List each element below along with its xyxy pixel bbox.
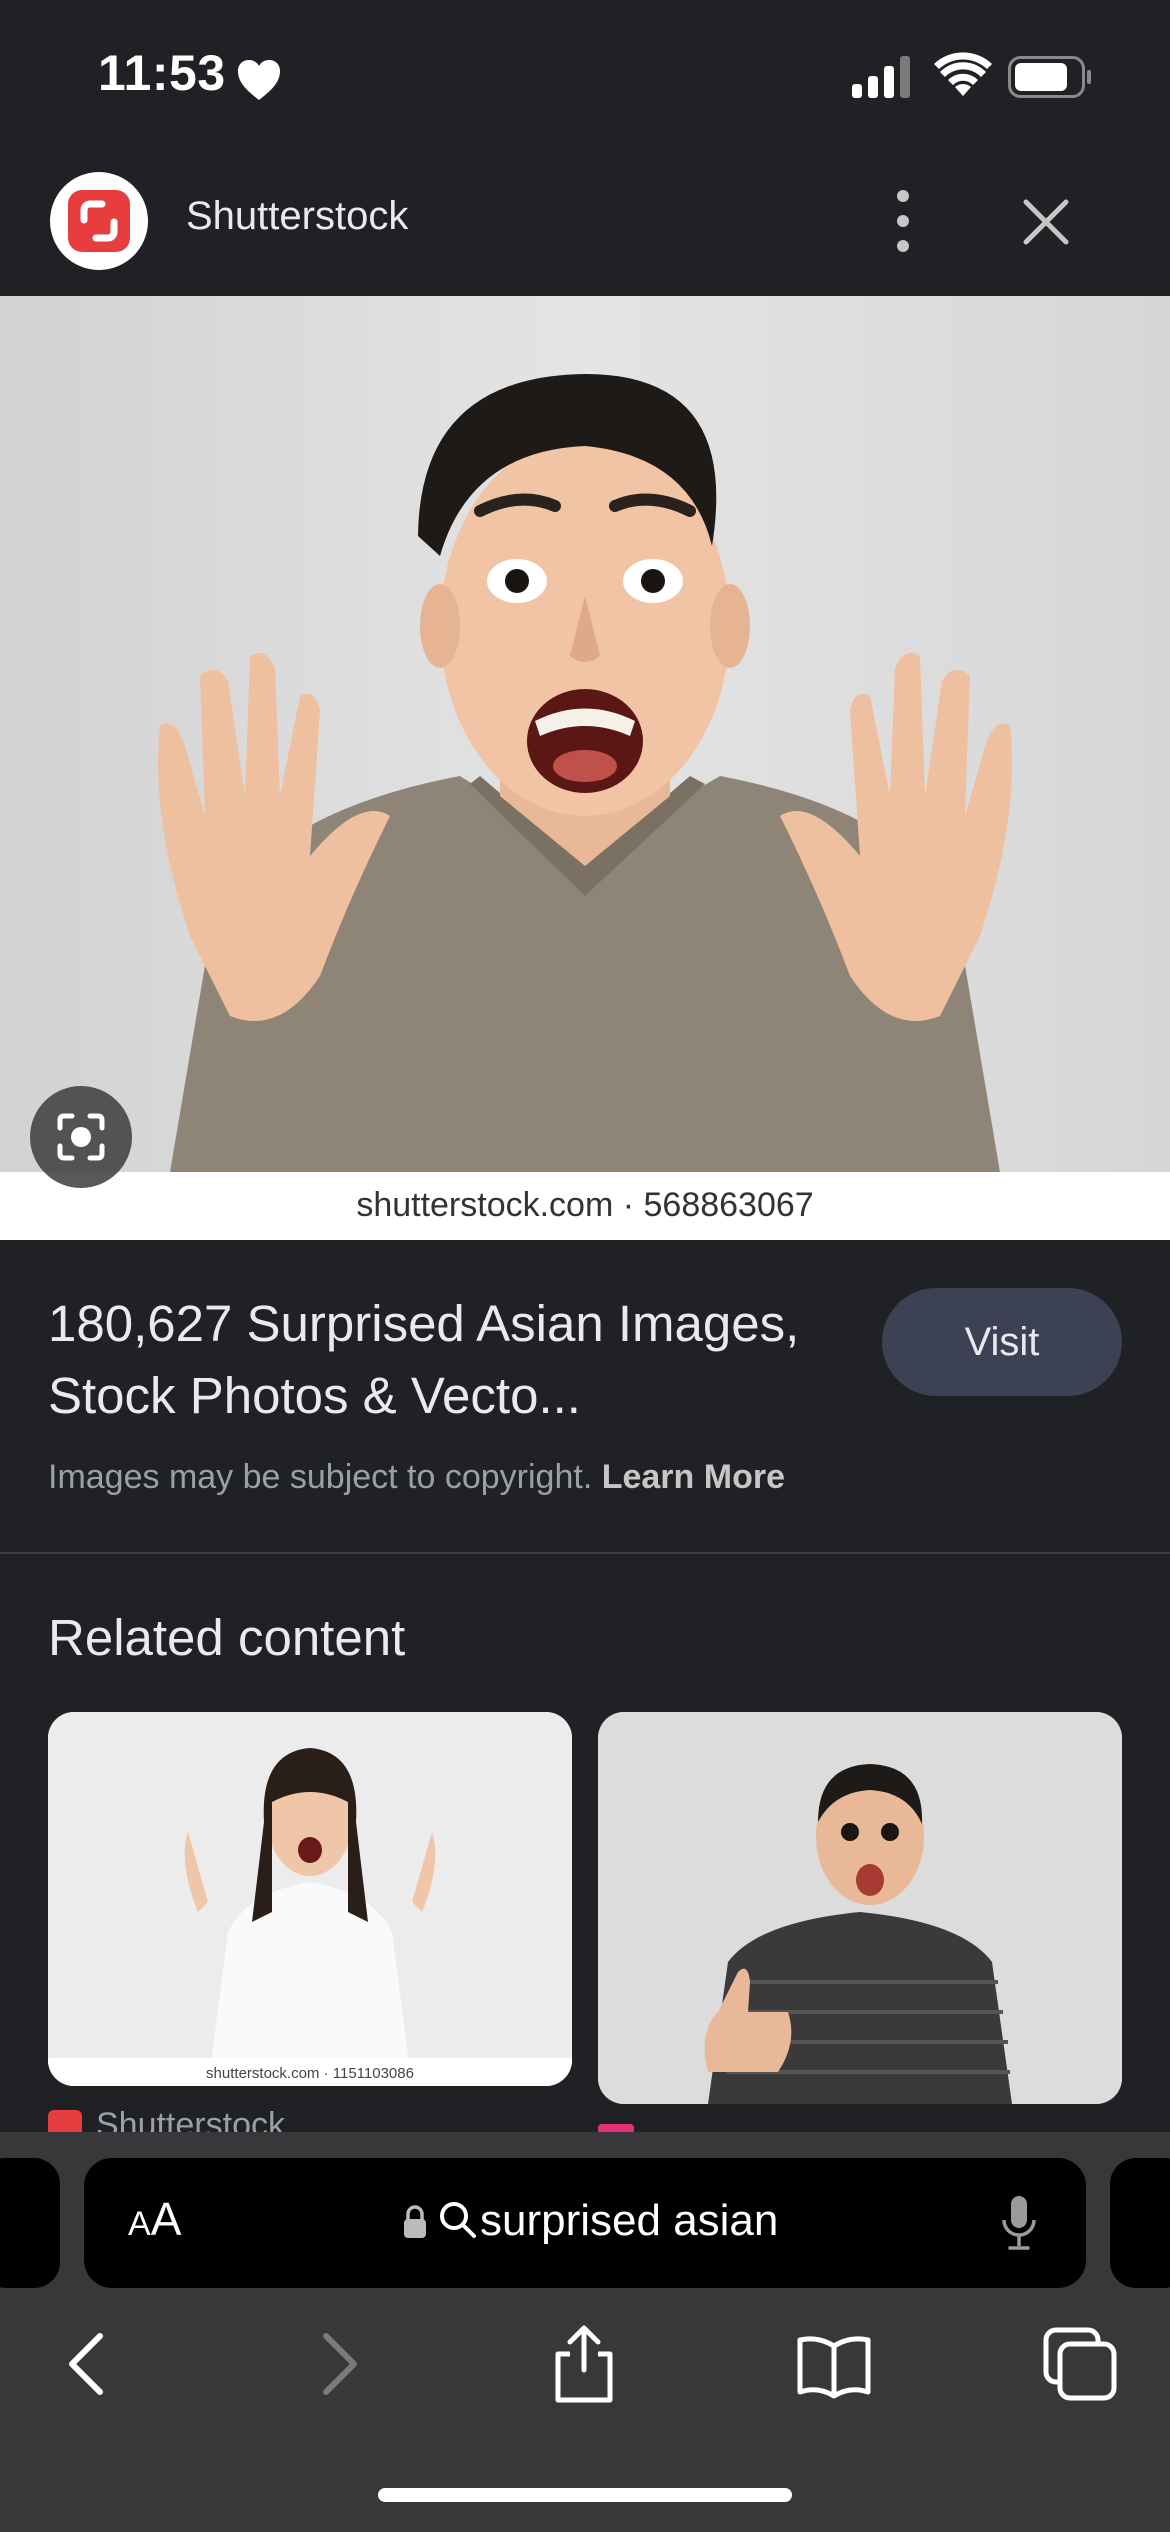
related-content-heading: Related content <box>48 1609 406 1666</box>
surprised-man-photo <box>0 296 1170 1172</box>
site-name: Shutterstock <box>186 194 409 238</box>
copyright-text: Images may be subject to copyright. <box>48 1458 593 1496</box>
status-time: 11:53 <box>98 45 226 101</box>
back-icon[interactable] <box>48 2324 128 2404</box>
related-card[interactable]: shutterstock.com · 1151103086 <box>48 1712 572 2086</box>
address-bar[interactable]: AA surprised asian <box>84 2158 1086 2288</box>
main-image[interactable] <box>0 296 1170 1172</box>
surprised-woman-photo: shutterstock.com · 1151103086 <box>48 1712 572 2086</box>
battery-icon <box>1008 56 1091 98</box>
close-icon[interactable] <box>1018 194 1074 250</box>
bookmarks-icon[interactable] <box>794 2324 874 2404</box>
divider <box>0 1552 1170 1554</box>
wifi-icon <box>934 52 992 96</box>
home-indicator[interactable] <box>378 2488 792 2502</box>
share-icon[interactable] <box>544 2324 624 2404</box>
site-header: Shutterstock <box>0 150 1170 296</box>
tabs-icon[interactable] <box>1040 2324 1120 2404</box>
learn-more-link[interactable]: Learn More <box>602 1458 785 1496</box>
reader-text-size-button[interactable]: AA <box>128 2192 181 2246</box>
lens-button[interactable] <box>30 1086 132 1188</box>
surprised-man-thumbs-up-photo <box>598 1712 1122 2104</box>
microphone-icon[interactable] <box>1000 2194 1038 2252</box>
result-title[interactable]: 180,627 Surprised Asian Images, Stock Ph… <box>48 1288 868 1432</box>
cellular-signal-icon <box>852 56 910 98</box>
copyright-notice: Images may be subject to copyright. Lear… <box>48 1458 785 1497</box>
heart-icon <box>238 60 280 100</box>
watermark-strip: shutterstock.com · 568863067 <box>0 1172 1170 1240</box>
search-query: surprised asian <box>480 2196 779 2245</box>
lens-icon <box>57 1113 105 1161</box>
forward-icon[interactable] <box>298 2324 378 2404</box>
related-card[interactable] <box>598 1712 1122 2104</box>
image-watermark: shutterstock.com · 568863067 <box>356 1186 814 1224</box>
aa-small: A <box>128 2205 151 2243</box>
card-watermark: shutterstock.com · 1151103086 <box>206 2065 414 2082</box>
shutterstock-logo-mark <box>68 190 130 252</box>
visit-button[interactable]: Visit <box>882 1288 1122 1396</box>
shutterstock-logo <box>50 172 148 270</box>
lock-icon <box>404 2205 426 2238</box>
aa-large: A <box>150 2193 182 2245</box>
previous-tab-preview[interactable] <box>0 2158 60 2288</box>
search-icon <box>440 2202 476 2238</box>
next-tab-preview[interactable] <box>1110 2158 1170 2288</box>
more-vertical-icon[interactable] <box>882 186 924 256</box>
status-bar: 11:53 <box>0 0 1170 150</box>
